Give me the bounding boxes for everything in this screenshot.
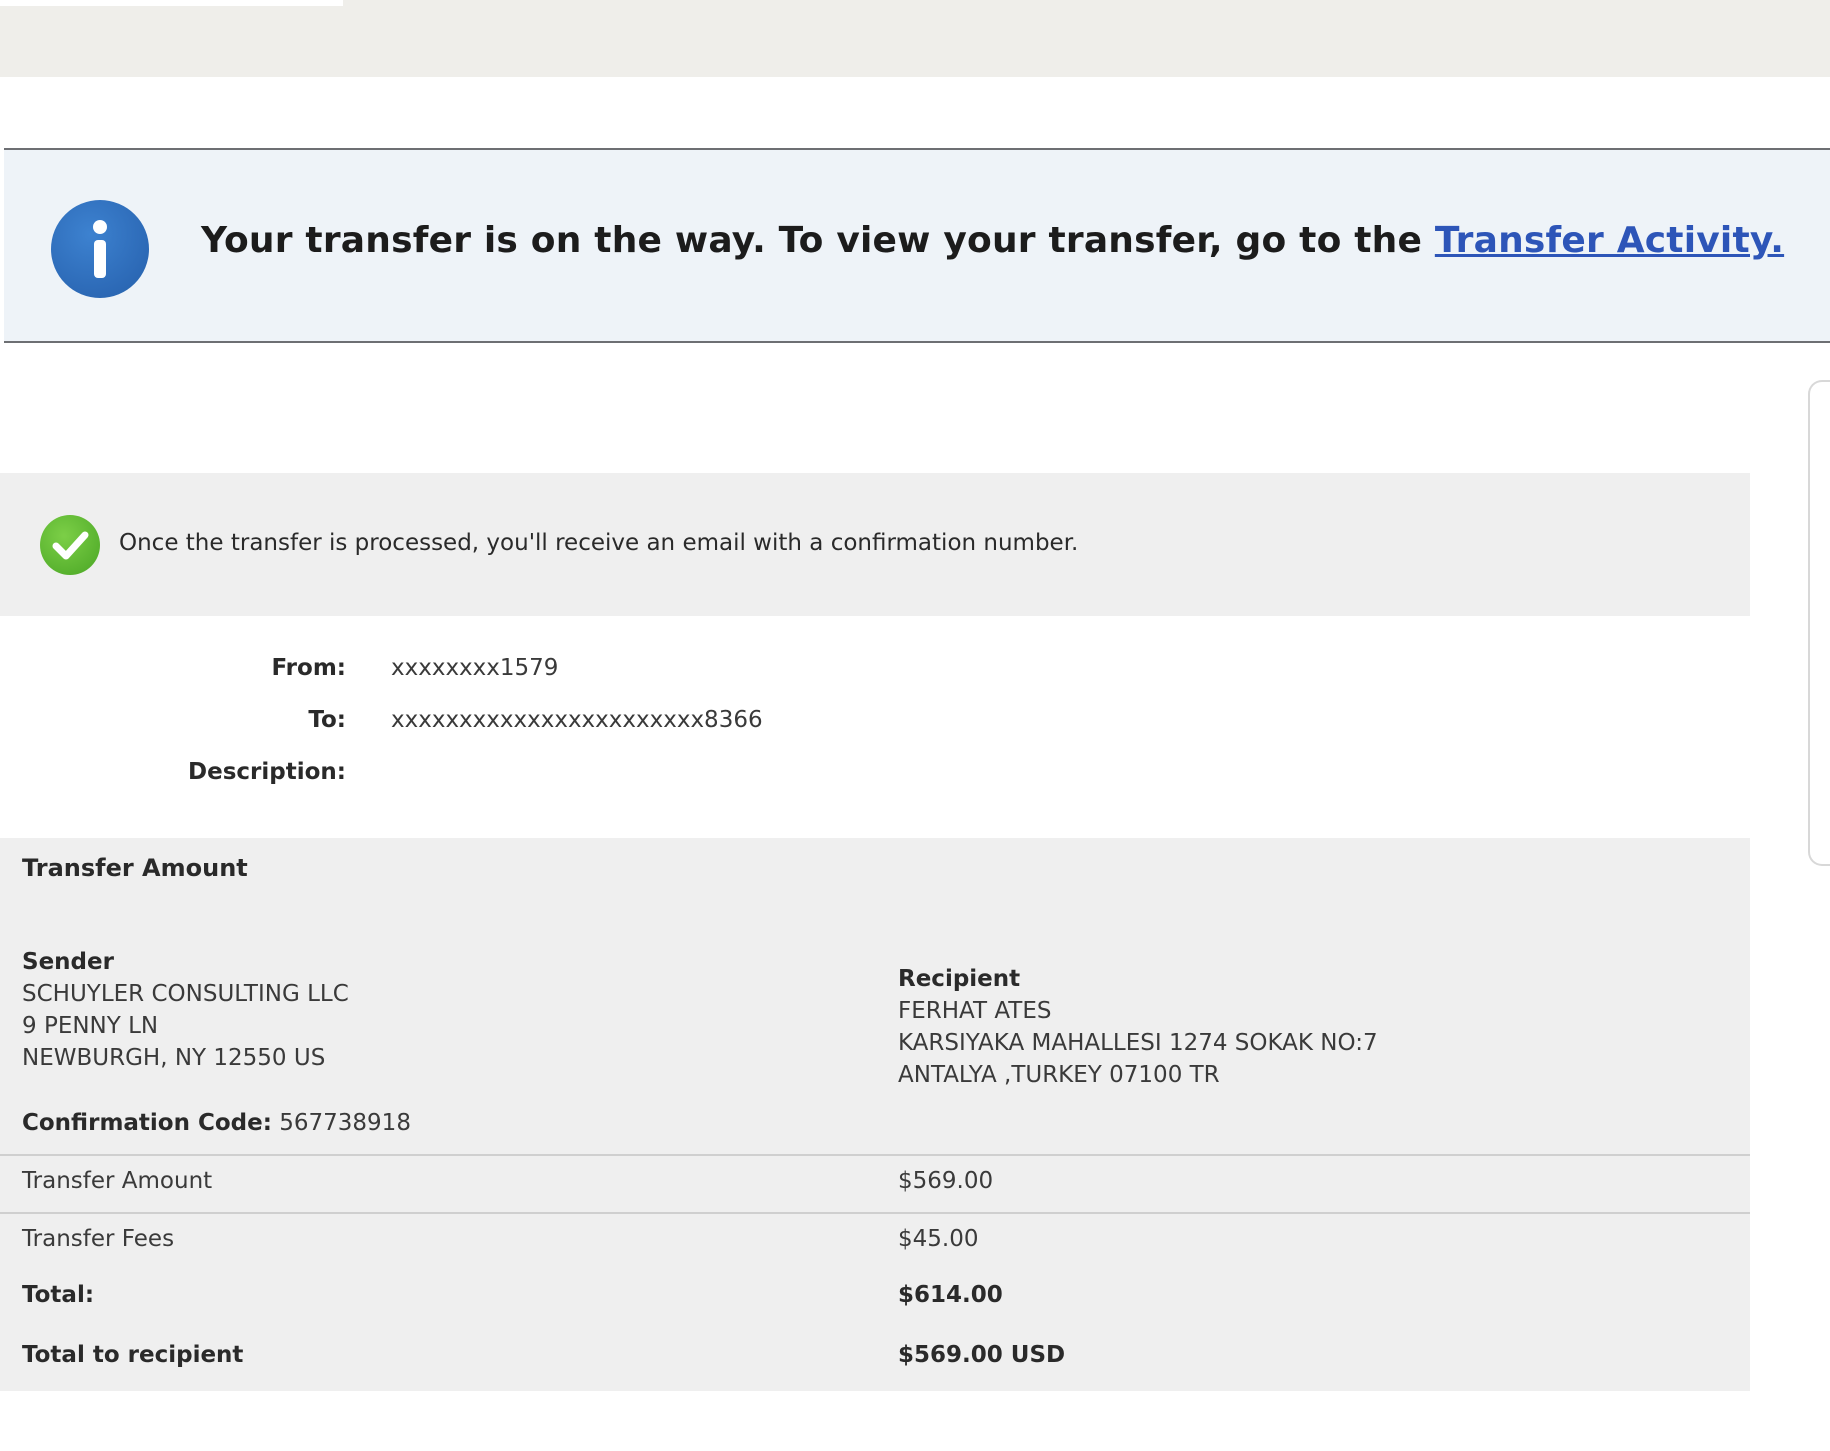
transfer-fees-label: Transfer Fees [22,1226,175,1252]
total-to-recipient-value: $569.00 USD [898,1342,1066,1368]
to-value: xxxxxxxxxxxxxxxxxxxxxxx8366 [391,707,763,733]
top-bar [0,0,1830,77]
transfer-amount-section: Transfer Amount Sender SCHUYLER CONSULTI… [0,838,1750,1391]
transfer-amount-label: Transfer Amount [22,1168,213,1194]
recipient-name: FERHAT ATES [898,998,1052,1024]
from-label: From: [271,655,346,681]
confirmation-code-label: Confirmation Code: [22,1110,272,1136]
success-notice: Once the transfer is processed, you'll r… [0,473,1750,616]
sender-block: Sender SCHUYLER CONSULTING LLC 9 PENNY L… [22,946,349,1074]
section-title: Transfer Amount [22,854,248,882]
total-to-recipient-label: Total to recipient [22,1342,244,1368]
recipient-address-line-1: KARSIYAKA MAHALLESI 1274 SOKAK NO:7 [898,1030,1378,1056]
notice-text: Once the transfer is processed, you'll r… [119,530,1079,556]
banner-message-text: Your transfer is on the way. To view you… [201,220,1435,261]
sender-heading: Sender [22,949,114,975]
info-icon [51,200,149,298]
top-bar-tab [0,0,343,6]
confirmation-code: Confirmation Code: 567738918 [22,1110,411,1136]
description-row: Description: [0,759,900,789]
transfer-fees-row: Transfer Fees $45.00 [0,1212,1750,1270]
transfer-activity-link[interactable]: Transfer Activity. [1435,220,1784,261]
description-label: Description: [188,759,346,785]
from-row: From: xxxxxxxx1579 [0,655,900,685]
total-label: Total: [22,1282,95,1308]
sender-name: SCHUYLER CONSULTING LLC [22,981,349,1007]
checkmark-icon [40,515,100,575]
recipient-address-line-2: ANTALYA ,TURKEY 07100 TR [898,1062,1220,1088]
transfer-amount-row: Transfer Amount $569.00 [0,1154,1750,1212]
sender-address-line-1: 9 PENNY LN [22,1013,159,1039]
recipient-heading: Recipient [898,966,1021,992]
banner-message: Your transfer is on the way. To view you… [201,220,1784,261]
info-icon-dot [93,220,107,234]
total-row: Total: $614.00 [0,1270,1750,1326]
confirmation-code-value: 567738918 [271,1110,411,1136]
transfer-fees-value: $45.00 [898,1226,979,1252]
to-row: To: xxxxxxxxxxxxxxxxxxxxxxx8366 [0,707,900,737]
transfer-amount-value: $569.00 [898,1168,994,1194]
total-value: $614.00 [898,1282,1003,1308]
info-banner: Your transfer is on the way. To view you… [4,148,1830,343]
recipient-block: Recipient FERHAT ATES KARSIYAKA MAHALLES… [898,963,1378,1091]
to-label: To: [308,707,346,733]
from-value: xxxxxxxx1579 [391,655,559,681]
total-to-recipient-row: Total to recipient $569.00 USD [0,1330,1750,1386]
sender-address-line-2: NEWBURGH, NY 12550 US [22,1045,326,1071]
side-panel-edge[interactable] [1808,380,1830,866]
info-icon-stem [94,240,106,278]
